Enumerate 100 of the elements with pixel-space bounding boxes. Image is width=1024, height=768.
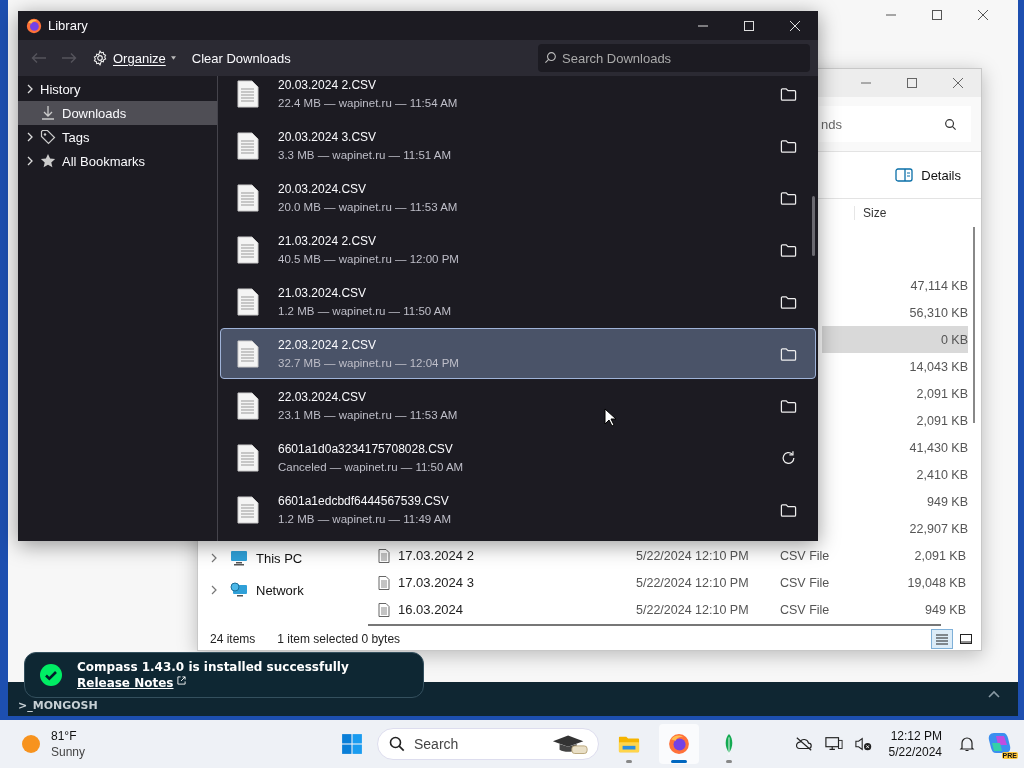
file-size: 22,907 KB [909, 521, 968, 536]
file-row[interactable]: 14,043 KB [822, 353, 968, 380]
file-name: 22.03.2024 2.CSV [278, 338, 378, 352]
file-row[interactable]: 17.03.2024 2 5/22/2024 12:10 PM CSV File 2,091 KB [356, 542, 981, 569]
display-icon[interactable] [824, 736, 843, 752]
download-item[interactable]: 21.03.2024.CSV 1.2 MB — wapinet.ru — 11:50 AM [220, 276, 816, 327]
folder-icon[interactable] [780, 189, 797, 206]
file-row[interactable]: 47,114 KB [822, 272, 968, 299]
download-item[interactable]: 20.03.2024 3.CSV 3.3 MB — wapinet.ru — 11:51 AM [220, 120, 816, 171]
shell-label[interactable]: >_MONGOSH [18, 699, 98, 712]
file-type: CSV File [780, 575, 830, 590]
file-size: 19,048 KB [907, 575, 966, 590]
computer-icon [230, 550, 248, 566]
nav-item[interactable]: Network [198, 574, 348, 606]
speaker-muted-icon[interactable] [854, 736, 873, 752]
download-details: 22.4 MB — wapinet.ru — 11:54 AM [278, 97, 458, 109]
search-icon [389, 736, 405, 752]
file-size: 0 KB [940, 332, 968, 347]
download-item[interactable]: 22.03.2024.CSV 23.1 MB — wapinet.ru — 11:53 AM [220, 380, 816, 431]
bell-icon[interactable] [958, 736, 976, 752]
folder-icon[interactable] [780, 293, 797, 310]
document-icon [237, 391, 259, 420]
download-item[interactable]: 22.03.2024 2.CSV 32.7 MB — wapinet.ru — 12:04 PM [220, 328, 816, 379]
mouse-pointer-icon [604, 408, 616, 427]
chevron-up-icon[interactable] [988, 690, 1000, 698]
sidebar-item[interactable]: Tags [18, 125, 217, 149]
folder-icon[interactable] [780, 501, 797, 518]
maximize-icon[interactable] [931, 9, 943, 21]
temperature[interactable]: 81°F [51, 728, 86, 744]
assistant-logo-icon[interactable] [988, 731, 1012, 755]
file-type: CSV File [780, 602, 830, 617]
folder-icon[interactable] [780, 345, 797, 362]
start-icon[interactable] [341, 733, 363, 755]
weather-condition[interactable]: Sunny [51, 744, 86, 760]
download-item[interactable]: 20.03.2024 2.CSV 22.4 MB — wapinet.ru — 11:54 AM [220, 76, 816, 119]
organize-button[interactable]: Organize [86, 46, 182, 70]
document-icon [237, 287, 259, 316]
download-item[interactable]: 6601a1edcbdf6444567539.CSV 1.2 MB — wapinet.ru — 11:49 AM [220, 484, 816, 535]
folder-icon[interactable] [780, 85, 797, 102]
file-row[interactable]: 949 KB [822, 488, 968, 515]
search-icon [544, 51, 557, 64]
file-date: 5/22/2024 12:10 PM [636, 575, 749, 590]
clock[interactable]: 12:12 PM 5/22/2024 [888, 728, 942, 760]
close-icon[interactable] [977, 9, 989, 21]
sidebar-item[interactable]: Downloads [18, 101, 217, 125]
file-name: 22.03.2024.CSV [278, 390, 368, 404]
retry-icon[interactable] [780, 449, 797, 466]
download-details: 3.3 MB — wapinet.ru — 11:51 AM [278, 149, 451, 161]
document-icon [237, 495, 259, 524]
file-name: 20.03.2024 3.CSV [278, 130, 378, 144]
explorer-search-field[interactable]: nds [819, 106, 971, 142]
document-icon [237, 183, 259, 212]
file-row[interactable]: 56,310 KB [822, 299, 968, 326]
download-item[interactable]: 6601a1d0a3234175708028.CSV Canceled — wapinet.ru — 11:50 AM [220, 432, 816, 483]
file-size: 2,091 KB [916, 413, 968, 428]
taskbar-app[interactable] [659, 724, 699, 764]
file-size: 949 KB [925, 602, 966, 617]
file-size: 2,410 KB [916, 467, 968, 482]
document-icon [237, 79, 259, 108]
star-icon [40, 153, 56, 169]
file-row[interactable]: 2,091 KB [822, 380, 968, 407]
notification-title: Compass 1.43.0 is installed successfully [77, 660, 349, 674]
file-row[interactable]: 17.03.2024 3 5/22/2024 12:10 PM CSV File 19,048 KB [356, 569, 981, 596]
folder-icon[interactable] [780, 397, 797, 414]
clear-downloads-button[interactable]: Clear Downloads [185, 46, 297, 70]
tag-icon [40, 129, 56, 145]
file-row[interactable]: 2,410 KB [822, 461, 968, 488]
document-icon [378, 548, 390, 563]
folder-icon[interactable] [780, 137, 797, 154]
download-icon [40, 105, 56, 121]
column-header[interactable]: Size [854, 206, 921, 220]
folder-icon[interactable] [780, 241, 797, 258]
sidebar-item[interactable]: All Bookmarks [18, 149, 217, 173]
browser-logo-icon [26, 17, 42, 34]
document-icon [237, 339, 259, 368]
download-item[interactable]: 20.03.2024.CSV 20.0 MB — wapinet.ru — 11:53 AM [220, 172, 816, 223]
file-size: 56,310 KB [909, 305, 968, 320]
file-row[interactable]: 22,907 KB [822, 515, 968, 542]
downloads-search-field[interactable]: Search Downloads [538, 44, 810, 72]
cloud-off-icon[interactable] [794, 736, 813, 752]
file-date: 5/22/2024 12:10 PM [636, 602, 749, 617]
file-row[interactable]: 2,091 KB [822, 407, 968, 434]
file-row[interactable]: 41,430 KB [822, 434, 968, 461]
file-type: CSV File [780, 548, 830, 563]
details-pane-button[interactable]: Details [889, 163, 967, 187]
file-name: 20.03.2024.CSV [278, 182, 368, 196]
document-icon [378, 602, 390, 617]
download-details: 32.7 MB — wapinet.ru — 12:04 PM [278, 357, 459, 369]
sidebar-item[interactable]: History [18, 77, 217, 101]
browser-logo-icon [668, 733, 690, 755]
download-item[interactable]: 21.03.2024 2.CSV 40.5 MB — wapinet.ru — 12:00 PM [220, 224, 816, 275]
file-date: 5/22/2024 12:10 PM [636, 548, 749, 563]
nav-item[interactable]: This PC [198, 542, 348, 574]
external-link-icon[interactable] [176, 676, 186, 685]
document-icon [237, 131, 259, 160]
file-row[interactable]: 16.03.2024 5/22/2024 12:10 PM CSV File 949 KB [356, 596, 981, 623]
release-notes-link[interactable]: Release Notes [77, 676, 174, 690]
search-icon[interactable] [944, 118, 957, 131]
taskbar-search-field[interactable]: Search [377, 728, 599, 760]
file-row[interactable]: 0 KB [822, 326, 968, 353]
